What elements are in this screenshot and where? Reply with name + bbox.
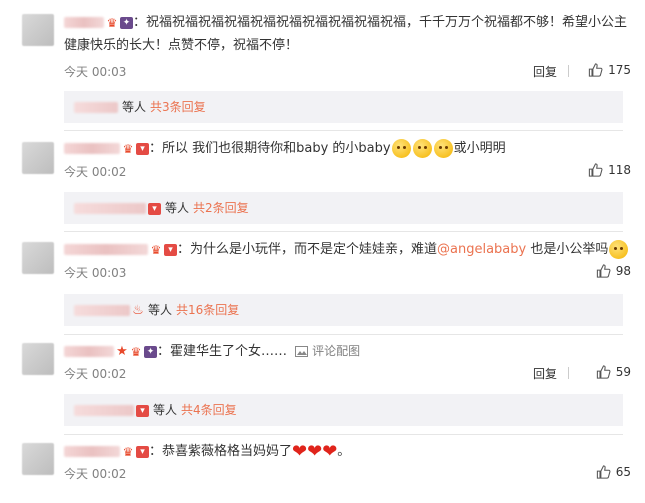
sub-reply-text: 等人 <box>165 201 190 215</box>
thumbs-up-icon <box>588 63 603 77</box>
smiley-emoji-icon <box>609 240 629 259</box>
sub-reply-username <box>74 405 134 416</box>
fire-icon: ♨ <box>132 302 144 318</box>
comment-meta: 今天 00:02 118 <box>64 163 631 181</box>
crown-icon: ♛ <box>122 444 134 459</box>
sub-reply-username <box>74 102 118 113</box>
more-replies-link[interactable]: 共4条回复 <box>181 403 237 417</box>
comment-meta: 今天 00:02 65 <box>64 465 631 483</box>
star-icon: ★ <box>116 343 128 359</box>
avatar[interactable] <box>22 443 54 475</box>
vip-badge-icon: ▾ <box>136 404 149 417</box>
like-button[interactable]: 59 <box>596 365 631 379</box>
crown-icon: ♛ <box>122 141 134 156</box>
more-replies-link[interactable]: 共3条回复 <box>150 100 206 114</box>
crown-icon: ♛ <box>150 242 162 257</box>
avatar[interactable] <box>22 242 54 274</box>
sub-reply-username <box>74 203 146 214</box>
sub-reply-bar[interactable]: ♨ 等人 共16条回复 <box>64 294 623 326</box>
divider <box>568 65 569 77</box>
comment-meta: 今天 00:02 回复 59 <box>64 365 631 383</box>
like-button[interactable]: 175 <box>588 63 631 77</box>
more-replies-link[interactable]: 共2条回复 <box>193 201 249 215</box>
divider <box>64 130 623 131</box>
smiley-emoji-icon <box>391 139 411 158</box>
like-count: 98 <box>615 264 631 278</box>
crown-icon: ♛ <box>106 15 118 30</box>
avatar[interactable] <box>22 343 54 375</box>
timestamp: 今天 00:03 <box>64 266 127 280</box>
like-count: 59 <box>615 365 631 379</box>
like-button[interactable]: 98 <box>596 264 631 278</box>
like-count: 65 <box>615 465 631 479</box>
comment-body: ♛ ✦ ：祝福祝福祝福祝福祝福祝福祝福祝福祝福祝福，千千万万个祝福都不够！希望小公主… <box>64 11 631 57</box>
comment-text: ：祝福祝福祝福祝福祝福祝福祝福祝福祝福祝福，千千万万个祝福都不够！希望小公主健康… <box>64 15 628 53</box>
like-count: 175 <box>608 63 631 77</box>
like-button[interactable]: 118 <box>588 163 631 177</box>
sub-reply-username <box>74 305 130 316</box>
timestamp: 今天 00:02 <box>64 165 127 179</box>
comment-text: ：恭喜紫薇格格当妈妈了 <box>149 444 293 459</box>
sub-reply-bar[interactable]: 等人 共3条回复 <box>64 91 623 123</box>
avatar[interactable] <box>22 14 54 46</box>
image-icon <box>295 346 309 357</box>
sub-reply-text: 等人 <box>122 100 147 114</box>
smiley-emoji-icon <box>412 139 432 158</box>
username[interactable] <box>64 244 148 255</box>
comment-body: ♛ ▾ ：所以 我们也很期待你和baby 的小baby 或小明明 <box>64 137 631 160</box>
vip-badge-icon: ▾ <box>136 142 149 155</box>
thumbs-up-icon <box>596 465 611 479</box>
vip-badge-icon: ▾ <box>136 445 149 458</box>
timestamp: 今天 00:02 <box>64 467 127 481</box>
heart-emoji-icon: ❤ <box>322 441 338 462</box>
like-button[interactable]: 65 <box>596 465 631 479</box>
sub-reply-text: 等人 <box>148 303 173 317</box>
smiley-emoji-icon <box>433 139 453 158</box>
reply-button[interactable]: 回复 <box>533 365 557 382</box>
comment-meta: 今天 00:03 98 <box>64 264 631 282</box>
divider <box>568 367 569 379</box>
sub-reply-bar[interactable]: ▾ 等人 共2条回复 <box>64 192 623 224</box>
username[interactable] <box>64 143 120 154</box>
comment-text-suffix: 或小明明 <box>453 141 506 156</box>
comment-image-link[interactable]: 评论配图 <box>312 344 360 358</box>
comment-text-suffix: 也是小公举吗 <box>526 242 609 257</box>
timestamp: 今天 00:02 <box>64 367 127 381</box>
heart-emoji-icon: ❤ <box>307 441 323 462</box>
crown-icon: ♛ <box>130 344 142 359</box>
sub-reply-text: 等人 <box>153 403 178 417</box>
thumbs-up-icon <box>596 264 611 278</box>
comment-meta: 今天 00:03 回复 175 <box>64 63 631 81</box>
comment-body: ♛ ▾ ：为什么是小玩伴，而不是定个娃娃亲，难道@angelababy 也是小公举吗 <box>64 238 631 261</box>
thumbs-up-icon <box>596 365 611 379</box>
comment-text-suffix: 。 <box>337 444 351 459</box>
divider <box>64 434 623 435</box>
more-replies-link[interactable]: 共16条回复 <box>176 303 239 317</box>
divider <box>64 231 623 232</box>
divider <box>64 334 623 335</box>
member-badge-icon: ✦ <box>120 16 133 29</box>
username[interactable] <box>64 446 120 457</box>
mention-link[interactable]: @angelababy <box>437 242 526 257</box>
avatar[interactable] <box>22 142 54 174</box>
comment-text: ：为什么是小玩伴，而不是定个娃娃亲，难道 <box>177 242 438 257</box>
comment-body: ♛ ▾ ：恭喜紫薇格格当妈妈了❤❤❤。 <box>64 440 631 463</box>
vip-badge-icon: ▾ <box>148 202 161 215</box>
like-count: 118 <box>608 163 631 177</box>
reply-button[interactable]: 回复 <box>533 63 557 80</box>
sub-reply-bar[interactable]: ▾ 等人 共4条回复 <box>64 394 623 426</box>
username[interactable] <box>64 346 114 357</box>
username[interactable] <box>64 17 104 28</box>
comment-body: ★ ♛ ✦ ：霍建华生了个女…… 评论配图 <box>64 340 631 363</box>
comment-text: ：所以 我们也很期待你和baby 的小baby <box>149 141 391 156</box>
heart-emoji-icon: ❤ <box>292 441 308 462</box>
vip-badge-icon: ▾ <box>164 243 177 256</box>
comment-text: ：霍建华生了个女…… <box>157 344 288 359</box>
member-badge-icon: ✦ <box>144 345 157 358</box>
timestamp: 今天 00:03 <box>64 65 127 79</box>
thumbs-up-icon <box>588 163 603 177</box>
